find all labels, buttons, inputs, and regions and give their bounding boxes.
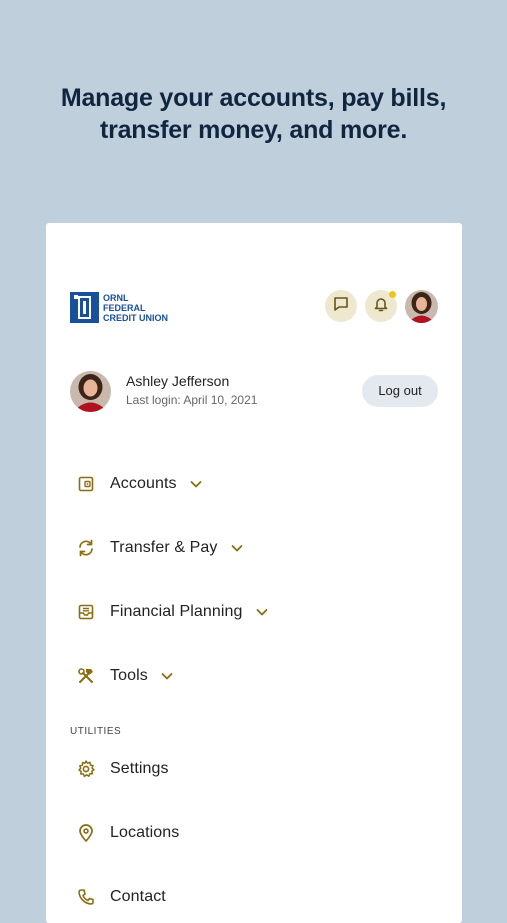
nav-label-settings: Settings xyxy=(110,760,169,777)
logout-button[interactable]: Log out xyxy=(362,375,438,407)
nav-item-transfer-pay[interactable]: Transfer & Pay xyxy=(70,528,430,568)
nav-label-contact: Contact xyxy=(110,888,166,905)
user-avatar xyxy=(70,371,111,412)
headline-line-1: Manage your accounts, pay bills, xyxy=(60,84,447,112)
messages-button[interactable] xyxy=(325,290,357,322)
nav-label-financial-planning: Financial Planning xyxy=(110,603,243,620)
utilities-heading: UTILITIES xyxy=(70,726,122,737)
nav-item-locations[interactable]: Locations xyxy=(70,813,430,853)
nav-item-financial-planning[interactable]: Financial Planning xyxy=(70,592,430,632)
last-login: Last login: April 10, 2021 xyxy=(126,393,258,407)
nav-item-accounts[interactable]: Accounts xyxy=(70,464,430,504)
planning-icon xyxy=(74,600,98,624)
logo-text-1: ORNL xyxy=(103,293,129,303)
nav-item-tools[interactable]: Tools xyxy=(70,656,430,696)
tools-icon xyxy=(74,664,98,688)
chevron-down-icon[interactable] xyxy=(160,669,174,683)
notification-dot xyxy=(389,291,396,298)
chevron-down-icon[interactable] xyxy=(189,477,203,491)
nav-label-accounts: Accounts xyxy=(110,475,177,492)
nav-label-locations: Locations xyxy=(110,824,180,841)
headline: Manage your accounts, pay bills, transfe… xyxy=(0,82,507,146)
nav-label-transfer-pay: Transfer & Pay xyxy=(110,539,218,556)
ornl-fcu-logo[interactable]: ORNL FEDERAL CREDIT UNION xyxy=(70,292,180,323)
headline-line-2: transfer money, and more. xyxy=(99,116,408,144)
wallet-icon xyxy=(74,472,98,496)
chevron-down-icon[interactable] xyxy=(230,541,244,555)
phone-icon xyxy=(74,885,98,909)
logo-text-2: FEDERAL xyxy=(103,303,146,313)
nav-item-contact[interactable]: Contact xyxy=(70,877,430,917)
bell-icon xyxy=(372,295,390,318)
user-info: Ashley Jefferson Last login: April 10, 2… xyxy=(70,371,438,413)
nav-label-tools: Tools xyxy=(110,667,148,684)
notifications-button[interactable] xyxy=(365,290,397,322)
user-name: Ashley Jefferson xyxy=(126,373,230,389)
logo-text-3: CREDIT UNION xyxy=(103,313,168,323)
profile-avatar[interactable] xyxy=(405,290,438,323)
location-pin-icon xyxy=(74,821,98,845)
chat-icon xyxy=(332,295,350,318)
gear-icon xyxy=(74,757,98,781)
nav-item-settings[interactable]: Settings xyxy=(70,749,430,789)
menu-card: ORNL FEDERAL CREDIT UNION Ashley Jeffers… xyxy=(46,223,462,923)
chevron-down-icon[interactable] xyxy=(255,605,269,619)
transfer-icon xyxy=(74,536,98,560)
